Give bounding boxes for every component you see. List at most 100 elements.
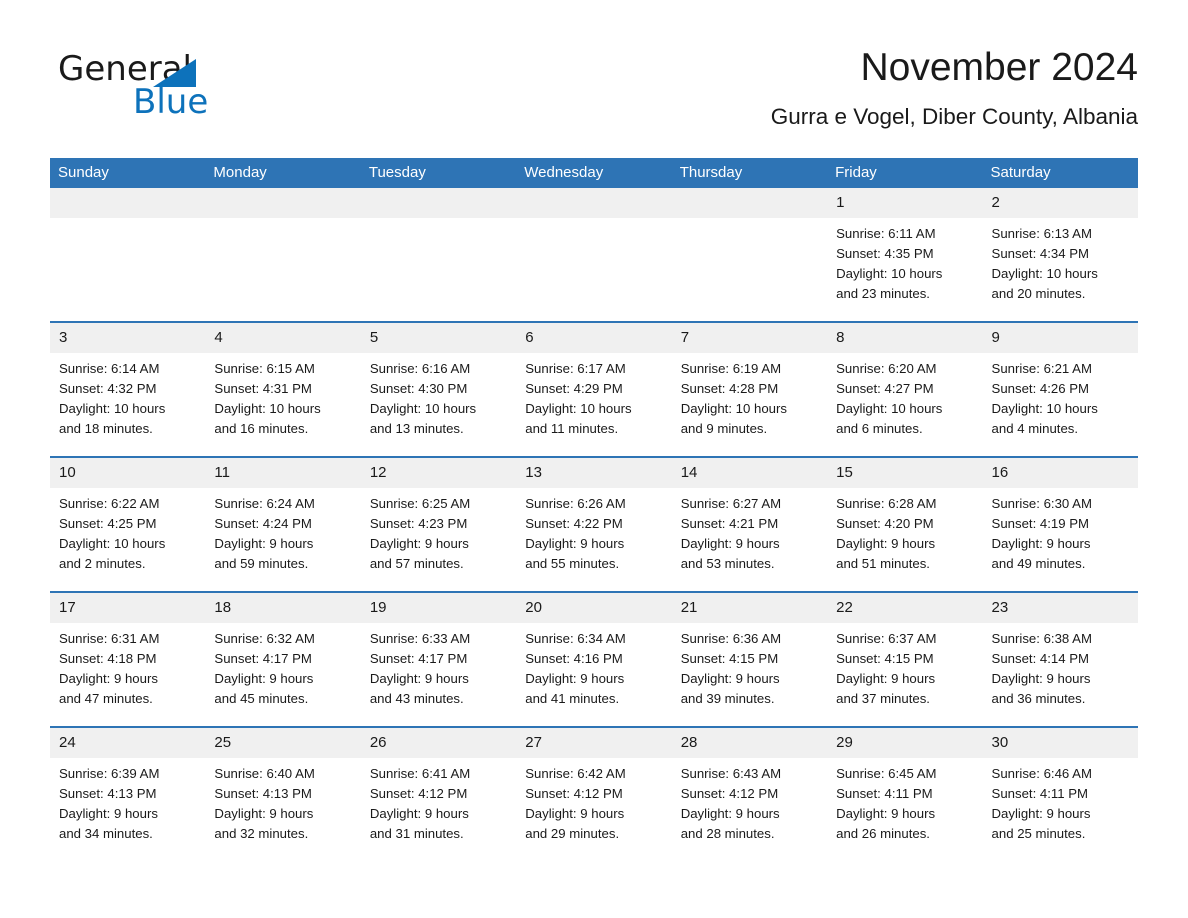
calendar-day-cell[interactable]: 9 Sunrise: 6:21 AM Sunset: 4:26 PM Daylig… (982, 321, 1138, 457)
day-number: 30 (982, 728, 1138, 758)
day-sun-details (361, 218, 516, 224)
day-sun-details: Sunrise: 6:19 AM Sunset: 4:28 PM Dayligh… (680, 361, 787, 436)
calendar-day-cell[interactable]: 10 Sunrise: 6:22 AM Sunset: 4:25 PM Dayli… (50, 456, 206, 592)
page-subtitle: Gurra e Vogel, Diber County, Albania (770, 104, 1138, 129)
day-number: 21 (671, 593, 828, 623)
calendar-day-cell[interactable]: 13 Sunrise: 6:26 AM Sunset: 4:22 PM Dayli… (516, 456, 672, 592)
day-number: 9 (982, 323, 1138, 353)
calendar-day-cell[interactable]: 23 Sunrise: 6:38 AM Sunset: 4:14 PM Dayli… (982, 591, 1138, 727)
calendar-day-cell[interactable]: 25 Sunrise: 6:40 AM Sunset: 4:13 PM Dayli… (205, 726, 361, 861)
day-sun-details (516, 218, 671, 224)
day-number: 28 (671, 728, 828, 758)
day-number: 17 (50, 593, 206, 623)
day-sun-details: Sunrise: 6:26 AM Sunset: 4:22 PM Dayligh… (525, 496, 626, 571)
day-number: 22 (827, 593, 983, 623)
day-sun-details: Sunrise: 6:30 AM Sunset: 4:19 PM Dayligh… (991, 496, 1092, 571)
day-sun-details: Sunrise: 6:42 AM Sunset: 4:12 PM Dayligh… (525, 766, 626, 841)
day-sun-details: Sunrise: 6:38 AM Sunset: 4:14 PM Dayligh… (991, 631, 1092, 706)
day-number: 23 (982, 593, 1138, 623)
calendar-day-cell[interactable]: 28 Sunrise: 6:43 AM Sunset: 4:12 PM Dayli… (671, 726, 828, 861)
day-number: 5 (360, 323, 517, 353)
calendar-day-cell[interactable]: 7 Sunrise: 6:19 AM Sunset: 4:28 PM Daylig… (671, 321, 828, 457)
calendar-week-row: 3 Sunrise: 6:14 AM Sunset: 4:32 PM Daylig… (50, 321, 1138, 457)
day-sun-details: Sunrise: 6:36 AM Sunset: 4:15 PM Dayligh… (680, 631, 782, 706)
page-header: General Blue November 2024 Gurra e Vogel… (0, 0, 1188, 158)
calendar-day-cell[interactable]: 16 Sunrise: 6:30 AM Sunset: 4:19 PM Dayli… (982, 456, 1138, 592)
day-sun-details: Sunrise: 6:43 AM Sunset: 4:12 PM Dayligh… (680, 766, 782, 841)
calendar-day-cell[interactable]: 3 Sunrise: 6:14 AM Sunset: 4:32 PM Daylig… (50, 321, 206, 457)
calendar-day-cell[interactable]: 15 Sunrise: 6:28 AM Sunset: 4:20 PM Dayli… (827, 456, 983, 592)
calendar-day-cell[interactable]: 17 Sunrise: 6:31 AM Sunset: 4:18 PM Dayli… (50, 591, 206, 727)
day-sun-details: Sunrise: 6:22 AM Sunset: 4:25 PM Dayligh… (59, 496, 166, 571)
calendar-day-cell[interactable]: 4 Sunrise: 6:15 AM Sunset: 4:31 PM Daylig… (205, 321, 361, 457)
day-number: 18 (205, 593, 361, 623)
title-block: November 2024 Gurra e Vogel, Diber Count… (771, 44, 1138, 132)
calendar-body: 1 Sunrise: 6:11 AM Sunset: 4:35 PM Daylig… (50, 188, 1138, 861)
calendar-day-cell[interactable]: 27 Sunrise: 6:42 AM Sunset: 4:12 PM Dayli… (516, 726, 672, 861)
day-number: 24 (50, 728, 206, 758)
day-sun-details (50, 218, 205, 224)
day-sun-details: Sunrise: 6:45 AM Sunset: 4:11 PM Dayligh… (836, 766, 937, 841)
calendar-day-cell[interactable]: 29 Sunrise: 6:45 AM Sunset: 4:11 PM Dayli… (827, 726, 983, 861)
calendar-day-cell[interactable]: 1 Sunrise: 6:11 AM Sunset: 4:35 PM Daylig… (827, 188, 983, 322)
calendar-week-row: 1 Sunrise: 6:11 AM Sunset: 4:35 PM Daylig… (50, 188, 1138, 322)
day-sun-details: Sunrise: 6:21 AM Sunset: 4:26 PM Dayligh… (991, 361, 1098, 436)
day-sun-details: Sunrise: 6:39 AM Sunset: 4:13 PM Dayligh… (59, 766, 160, 841)
calendar-empty-cell (205, 188, 361, 322)
calendar-day-cell[interactable]: 8 Sunrise: 6:20 AM Sunset: 4:27 PM Daylig… (827, 321, 983, 457)
day-sun-details: Sunrise: 6:41 AM Sunset: 4:12 PM Dayligh… (369, 766, 471, 841)
day-sun-details: Sunrise: 6:17 AM Sunset: 4:29 PM Dayligh… (525, 361, 632, 436)
day-sun-details (672, 218, 827, 224)
day-number: 8 (827, 323, 983, 353)
calendar-day-cell[interactable]: 6 Sunrise: 6:17 AM Sunset: 4:29 PM Daylig… (516, 321, 672, 457)
calendar-day-cell[interactable]: 19 Sunrise: 6:33 AM Sunset: 4:17 PM Dayli… (360, 591, 517, 727)
calendar-day-cell[interactable]: 26 Sunrise: 6:41 AM Sunset: 4:12 PM Dayli… (360, 726, 517, 861)
day-number: 14 (671, 458, 828, 488)
day-number: 29 (827, 728, 983, 758)
day-number: 13 (516, 458, 672, 488)
day-number: 12 (360, 458, 517, 488)
day-number: 6 (516, 323, 672, 353)
calendar-day-cell[interactable]: 12 Sunrise: 6:25 AM Sunset: 4:23 PM Dayli… (360, 456, 517, 592)
calendar-head: Sunday Monday Tuesday Wednesday Thursday… (50, 158, 1138, 188)
page-title: November 2024 (860, 46, 1139, 89)
calendar-day-cell[interactable]: 24 Sunrise: 6:39 AM Sunset: 4:13 PM Dayli… (50, 726, 206, 861)
day-number (671, 188, 828, 218)
day-number: 19 (360, 593, 517, 623)
day-sun-details: Sunrise: 6:46 AM Sunset: 4:11 PM Dayligh… (991, 766, 1092, 841)
day-sun-details: Sunrise: 6:24 AM Sunset: 4:24 PM Dayligh… (214, 496, 315, 571)
calendar-day-cell[interactable]: 20 Sunrise: 6:34 AM Sunset: 4:16 PM Dayli… (516, 591, 672, 727)
calendar-day-cell[interactable]: 2 Sunrise: 6:13 AM Sunset: 4:34 PM Daylig… (982, 188, 1138, 322)
general-blue-logo[interactable]: General Blue (58, 52, 388, 138)
calendar-day-cell[interactable]: 14 Sunrise: 6:27 AM Sunset: 4:21 PM Dayli… (671, 456, 828, 592)
calendar-empty-cell (50, 188, 206, 322)
calendar-day-cell[interactable]: 5 Sunrise: 6:16 AM Sunset: 4:30 PM Daylig… (360, 321, 517, 457)
calendar-day-cell[interactable]: 11 Sunrise: 6:24 AM Sunset: 4:24 PM Dayli… (205, 456, 361, 592)
day-number (516, 188, 672, 218)
day-number: 16 (982, 458, 1138, 488)
day-number: 3 (50, 323, 206, 353)
day-sun-details: Sunrise: 6:37 AM Sunset: 4:15 PM Dayligh… (836, 631, 937, 706)
calendar-empty-cell (516, 188, 672, 322)
calendar-empty-cell (360, 188, 517, 322)
day-sun-details: Sunrise: 6:14 AM Sunset: 4:32 PM Dayligh… (59, 361, 166, 436)
weekday-header-monday: Monday (205, 158, 361, 188)
day-number: 11 (205, 458, 361, 488)
weekday-header-friday: Friday (827, 158, 983, 188)
day-number (205, 188, 361, 218)
calendar-day-cell[interactable]: 21 Sunrise: 6:36 AM Sunset: 4:15 PM Dayli… (671, 591, 828, 727)
weekday-header-tuesday: Tuesday (360, 158, 517, 188)
calendar-empty-cell (671, 188, 828, 322)
day-sun-details: Sunrise: 6:25 AM Sunset: 4:23 PM Dayligh… (369, 496, 471, 571)
calendar-day-cell[interactable]: 30 Sunrise: 6:46 AM Sunset: 4:11 PM Dayli… (982, 726, 1138, 861)
calendar-day-cell[interactable]: 22 Sunrise: 6:37 AM Sunset: 4:15 PM Dayli… (827, 591, 983, 727)
day-sun-details: Sunrise: 6:27 AM Sunset: 4:21 PM Dayligh… (680, 496, 782, 571)
calendar-table: Sunday Monday Tuesday Wednesday Thursday… (50, 158, 1138, 861)
day-sun-details: Sunrise: 6:11 AM Sunset: 4:35 PM Dayligh… (836, 226, 943, 301)
day-number: 25 (205, 728, 361, 758)
calendar-week-row: 10 Sunrise: 6:22 AM Sunset: 4:25 PM Dayli… (50, 456, 1138, 592)
day-number (360, 188, 517, 218)
calendar-day-cell[interactable]: 18 Sunrise: 6:32 AM Sunset: 4:17 PM Dayli… (205, 591, 361, 727)
weekday-header-wednesday: Wednesday (516, 158, 672, 188)
day-sun-details: Sunrise: 6:28 AM Sunset: 4:20 PM Dayligh… (836, 496, 937, 571)
